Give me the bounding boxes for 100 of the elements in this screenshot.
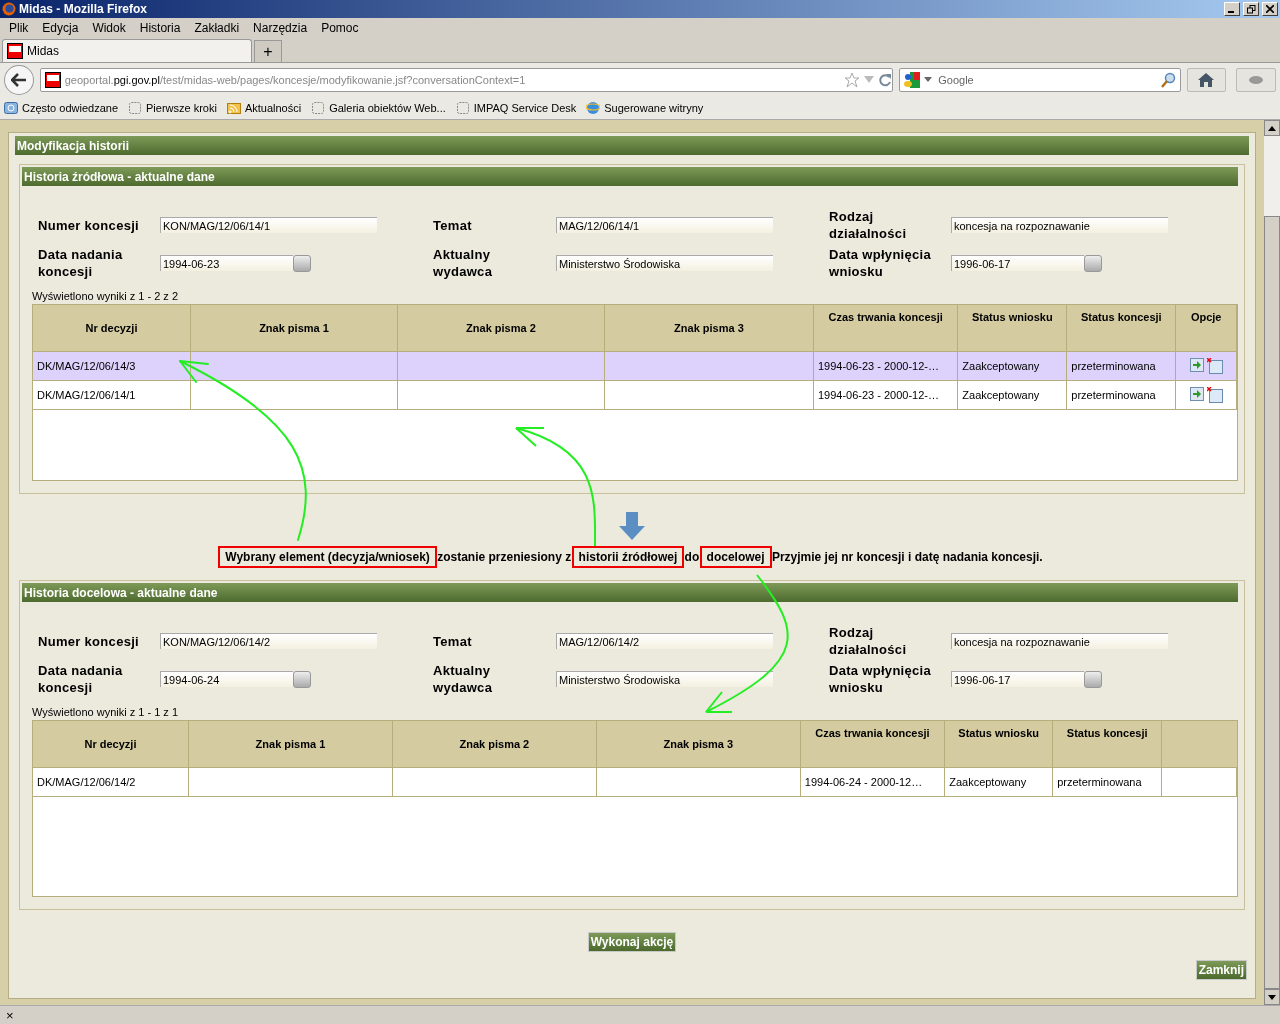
globe-e-icon [586, 101, 601, 115]
menu-item[interactable]: Historia [132, 21, 188, 35]
new-tab-button[interactable]: + [254, 40, 282, 62]
addon-button[interactable] [1236, 68, 1276, 92]
table-cell: przeterminowana [1071, 389, 1156, 401]
site-logo-icon [7, 43, 23, 59]
down-arrow-icon [619, 512, 645, 540]
text-field[interactable]: KON/MAG/12/06/14/2 [160, 633, 377, 649]
column-header: Znak pisma 3 [604, 305, 814, 352]
home-button[interactable] [1186, 68, 1227, 92]
bookmark-item[interactable]: Aktualności [226, 101, 302, 115]
field-label: Data wpłynięcia wniosku [829, 246, 933, 280]
table-cell: Zaakceptowany [962, 360, 1040, 372]
field-label: Aktualny wydawca [433, 662, 494, 696]
browser-logo-icon [2, 2, 16, 16]
table-cell: przeterminowana [1057, 776, 1142, 788]
results-count: Wyświetlono wyniki z 1 - 2 z 2 [31, 289, 179, 304]
star-icon[interactable] [844, 72, 861, 88]
date-field[interactable]: 1994-06-24 [160, 671, 293, 687]
menu-item[interactable]: Edycja [35, 21, 86, 35]
move-arrow-icon[interactable] [1189, 387, 1204, 401]
search-field[interactable]: Google [899, 68, 1181, 92]
table-cell: Zaakceptowany [962, 389, 1040, 401]
window-title: Midas - Mozilla Firefox [19, 2, 148, 16]
rss-feed-icon [226, 101, 241, 115]
scroll-up-icon[interactable] [1268, 125, 1276, 131]
field-label: Numer koncesji [38, 216, 140, 234]
search-icon[interactable] [1159, 72, 1176, 88]
menu-item[interactable]: Narzędzia [246, 21, 315, 35]
menu-item[interactable]: Widok [85, 21, 133, 35]
calendar-button[interactable] [1084, 254, 1102, 272]
bookmark-item[interactable]: Pierwsze kroki [128, 101, 217, 115]
table-cell: DK/MAG/12/06/14/1 [37, 389, 136, 401]
scroll-down-icon[interactable] [1268, 994, 1276, 1000]
results-count: Wyświetlono wyniki z 1 - 1 z 1 [31, 705, 179, 720]
back-button[interactable] [4, 65, 34, 95]
text-field[interactable]: MAG/12/06/14/2 [556, 633, 773, 649]
close-button[interactable]: Zamknij [1195, 960, 1247, 980]
restore-icon [1246, 4, 1256, 14]
close-findbar-button[interactable]: × [6, 1007, 14, 1023]
column-header: Znak pisma 1 [188, 721, 393, 768]
folder-search-icon [4, 101, 18, 115]
blank-page-icon [311, 101, 326, 115]
text-field[interactable]: Ministerstwo Środowiska [556, 671, 773, 687]
text-field[interactable]: koncesja na rozpoznawanie [951, 633, 1168, 649]
execute-button[interactable]: Wykonaj akcję [587, 932, 677, 952]
minimize-button[interactable] [1224, 2, 1240, 16]
column-header: Opcje [1175, 305, 1237, 352]
text-field[interactable]: MAG/12/06/14/1 [556, 217, 773, 233]
move-arrow-icon[interactable] [1189, 358, 1204, 372]
field-label: Data nadania koncesji [38, 246, 124, 280]
column-header: Nr decyzji [33, 305, 191, 352]
delete-document-icon[interactable] [1206, 387, 1223, 403]
table-cell: przeterminowana [1071, 360, 1156, 372]
text-field[interactable]: KON/MAG/12/06/14/1 [160, 217, 377, 233]
reload-icon[interactable] [878, 73, 893, 87]
delete-document-icon[interactable] [1206, 358, 1223, 374]
calendar-button[interactable] [1084, 670, 1102, 688]
field-label: Data wpłynięcia wniosku [829, 662, 933, 696]
bookmark-item[interactable]: Często odwiedzane [4, 101, 118, 115]
calendar-button[interactable] [293, 670, 311, 688]
date-field[interactable]: 1996-06-17 [951, 255, 1084, 271]
field-label: Data nadania koncesji [38, 662, 124, 696]
blank-page-icon [455, 101, 470, 115]
table-cell: Zaakceptowany [949, 776, 1027, 788]
bookmark-item[interactable]: IMPAQ Service Desk [455, 101, 577, 115]
table-cell: 1994-06-24 - 2000-12… [804, 776, 923, 788]
panel-header: Modyfikacja historii [15, 136, 1249, 155]
table-row[interactable]: DK/MAG/12/06/14/3 1994-06-23 - 2000-12-… Zaakceptowany przeterminowana [33, 351, 1237, 381]
search-engine-icon [904, 72, 921, 88]
close-button[interactable] [1262, 2, 1278, 16]
column-header: Status koncesji [1066, 305, 1176, 352]
menu-item[interactable]: Pomoc [314, 21, 366, 35]
menu-item[interactable]: Plik [2, 21, 36, 35]
restore-button[interactable] [1243, 2, 1259, 16]
table-row[interactable]: DK/MAG/12/06/14/1 1994-06-23 - 2000-12-… Zaakceptowany przeterminowana [33, 380, 1237, 410]
dropdown-icon[interactable] [924, 77, 933, 83]
table-cell: 1994-06-23 - 2000-12-… [817, 360, 939, 372]
bookmark-item[interactable]: Sugerowane witryny [586, 101, 704, 115]
column-header: Czas trwania koncesji [813, 305, 958, 352]
table-cell: DK/MAG/12/06/14/3 [37, 360, 136, 372]
browser-tab[interactable]: Midas [2, 39, 252, 62]
column-header: Nr decyzji [33, 721, 189, 768]
bookmark-item[interactable]: Galeria obiektów Web... [311, 101, 446, 115]
text-field[interactable]: koncesja na rozpoznawanie [951, 217, 1168, 233]
date-field[interactable]: 1994-06-23 [160, 255, 293, 271]
close-icon [1266, 5, 1274, 13]
scrollbar[interactable] [1264, 120, 1280, 1005]
field-label: Temat [433, 216, 473, 234]
table-row[interactable]: DK/MAG/12/06/14/2 1994-06-24 - 2000-12… Zaakceptowany przeterminowana [33, 767, 1237, 797]
address-bar[interactable]: geoportal.pgi.gov.pl/test/midas-web/pages/koncesje/modyfikowanie.jsf?conversationContext=1 [39, 68, 894, 92]
table-cell: 1994-06-23 - 2000-12-… [817, 389, 939, 401]
date-field[interactable]: 1996-06-17 [951, 671, 1084, 687]
tab-label: Midas [27, 44, 59, 58]
calendar-button[interactable] [293, 254, 311, 272]
menu-item[interactable]: Zakładki [187, 21, 247, 35]
table-cell: DK/MAG/12/06/14/2 [37, 776, 136, 788]
column-header: Status wniosku [944, 721, 1053, 768]
text-field[interactable]: Ministerstwo Środowiska [556, 255, 773, 271]
site-logo-icon [44, 72, 61, 88]
